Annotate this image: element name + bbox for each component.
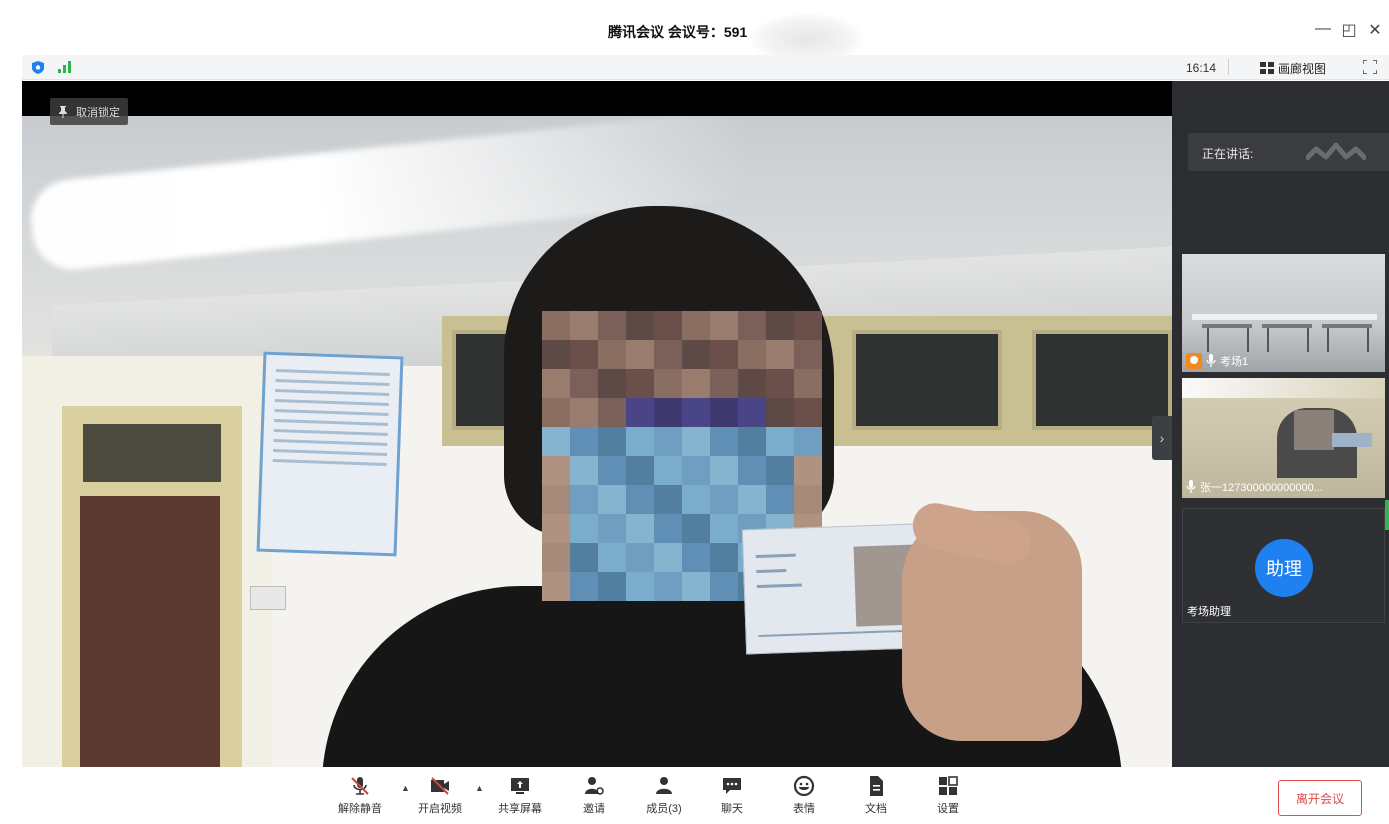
- grid-icon: [1260, 62, 1274, 74]
- settings-button[interactable]: 设置: [918, 775, 978, 821]
- classroom-desks: [1192, 314, 1377, 352]
- screen-share-icon: [511, 778, 529, 794]
- members-icon: [656, 777, 672, 794]
- unmute-button[interactable]: 解除静音: [330, 775, 390, 821]
- camera-feed: [22, 116, 1172, 767]
- settings-label: 设置: [937, 803, 959, 815]
- signal-bars-icon[interactable]: [58, 61, 72, 73]
- start-video-button[interactable]: 开启视频: [410, 775, 470, 821]
- speaking-label: 正在讲话:: [1202, 147, 1254, 161]
- close-button[interactable]: ✕: [1366, 20, 1384, 40]
- minimize-button[interactable]: —: [1314, 20, 1332, 38]
- start-video-label: 开启视频: [418, 803, 462, 815]
- leave-meeting-button[interactable]: 离开会议: [1278, 780, 1362, 816]
- chat-icon: [723, 778, 741, 794]
- window-title: 腾讯会议 会议号：591: [608, 24, 748, 40]
- invite-button[interactable]: 邀请: [564, 775, 624, 821]
- participant-tile[interactable]: 助理 考场助理: [1182, 508, 1385, 623]
- status-bar: 16:14 画廊视图: [22, 55, 1389, 80]
- divider: [1228, 59, 1229, 75]
- gallery-view-button[interactable]: 画廊视图: [1260, 59, 1326, 77]
- reaction-label: 表情: [793, 803, 815, 815]
- mic-icon: [1206, 354, 1216, 367]
- participant-panel: 正在讲话: 考场1 张一127300000000000... 助理 考场助理: [1172, 81, 1389, 767]
- members-label: 成员(3): [646, 803, 682, 815]
- mic-icon: [1186, 480, 1196, 493]
- emoji-icon: [793, 775, 815, 797]
- audio-options-caret[interactable]: ▲: [401, 783, 410, 793]
- participant-caption: 考场1: [1182, 350, 1252, 372]
- participant-caption: 考场助理: [1183, 600, 1235, 622]
- chat-label: 聊天: [721, 803, 743, 815]
- members-button[interactable]: 成员(3): [634, 775, 694, 821]
- pin-icon: [59, 105, 67, 118]
- unpin-button[interactable]: 取消锁定: [50, 98, 128, 125]
- video-options-caret[interactable]: ▲: [475, 783, 484, 793]
- shield-icon[interactable]: [32, 61, 44, 74]
- meeting-toolbar: 解除静音 ▲ 开启视频 ▲ 共享屏幕 邀请 成员(3) 聊天 表情 文档 设置: [0, 767, 1389, 824]
- participant-caption: 张一127300000000000...: [1182, 476, 1327, 498]
- restore-button[interactable]: ◰: [1340, 20, 1358, 40]
- participant-name: 考场助理: [1187, 606, 1231, 618]
- meeting-clock: 16:14: [1186, 61, 1217, 75]
- settings-icon: [939, 776, 958, 795]
- wall-poster: [256, 351, 404, 557]
- chat-button[interactable]: 聊天: [702, 775, 762, 821]
- active-indicator: [1385, 500, 1389, 530]
- fullscreen-icon[interactable]: [1363, 60, 1377, 74]
- invite-label: 邀请: [583, 803, 605, 815]
- participant-name: 张一127300000000000...: [1200, 482, 1323, 494]
- main-video[interactable]: 取消锁定 ›: [22, 81, 1172, 767]
- participant-name: 考场1: [1220, 356, 1249, 368]
- person-icon: [1186, 353, 1202, 369]
- documents-label: 文档: [865, 803, 887, 815]
- unmute-label: 解除静音: [338, 803, 382, 815]
- avatar: 助理: [1255, 539, 1313, 597]
- reaction-button[interactable]: 表情: [774, 775, 834, 821]
- camera-off-icon: [431, 777, 449, 795]
- document-icon: [870, 776, 883, 796]
- documents-button[interactable]: 文档: [846, 775, 906, 821]
- mic-muted-icon: [351, 777, 369, 795]
- invite-icon: [585, 777, 604, 795]
- share-screen-button[interactable]: 共享屏幕: [490, 775, 550, 821]
- audio-wave-icon: [1306, 142, 1366, 161]
- unpin-label: 取消锁定: [76, 106, 120, 119]
- title-bar: 腾讯会议 会议号：591 — ◰ ✕: [0, 0, 1389, 64]
- participant-tile[interactable]: 考场1: [1182, 254, 1385, 372]
- participant-tile[interactable]: 张一127300000000000...: [1182, 378, 1385, 498]
- now-speaking: 正在讲话:: [1188, 133, 1389, 171]
- gallery-view-label: 画廊视图: [1278, 61, 1327, 76]
- expand-panel-button[interactable]: ›: [1152, 416, 1172, 460]
- share-screen-label: 共享屏幕: [498, 803, 542, 815]
